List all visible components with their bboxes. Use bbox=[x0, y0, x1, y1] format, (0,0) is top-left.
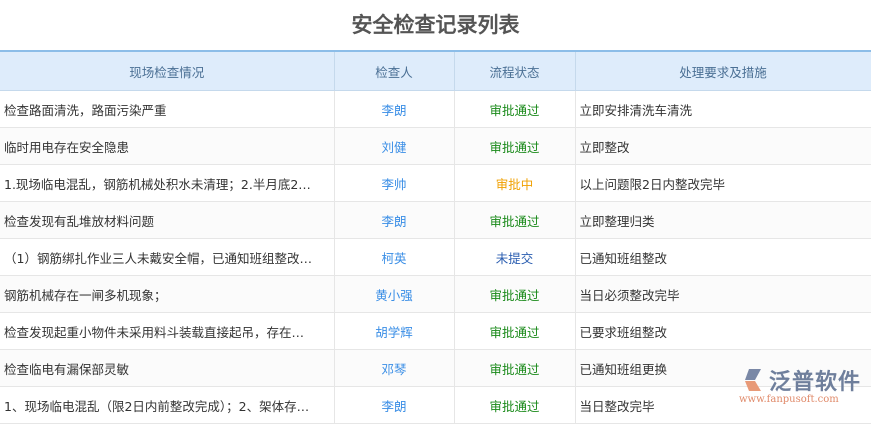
table-row[interactable]: （1）钢筋绑扎作业三人未戴安全帽，已通知班组整改… 柯英 未提交 已通知班组整改 bbox=[0, 238, 871, 276]
status-cell: 审批通过 bbox=[454, 127, 576, 165]
status-cell: 审批通过 bbox=[454, 90, 576, 128]
inspector-cell[interactable]: 刘健 bbox=[334, 127, 455, 165]
logo-name: 泛普软件 bbox=[769, 370, 862, 395]
table-row[interactable]: 1.现场临电混乱，钢筋机械处积水未清理；2.半月底2… 李帅 审批中 以上问题限2日内… bbox=[0, 164, 871, 202]
situation-cell: 检查临电有漏保部灵敏 bbox=[0, 349, 335, 387]
measure-cell: 已通知班组整改 bbox=[575, 238, 871, 276]
page-title: 安全检查记录列表 bbox=[351, 13, 520, 37]
status-cell: 审批通过 bbox=[454, 275, 576, 313]
status-cell: 审批通过 bbox=[454, 349, 576, 387]
table-header: 现场检查情况 检查人 流程状态 处理要求及措施 bbox=[0, 50, 871, 91]
status-cell: 审批通过 bbox=[454, 312, 576, 350]
situation-cell: 临时用电存在安全隐患 bbox=[0, 127, 335, 165]
measure-cell: 已要求班组整改 bbox=[575, 312, 871, 350]
inspector-cell[interactable]: 李朗 bbox=[334, 90, 455, 128]
measure-cell: 立即整改 bbox=[575, 127, 871, 165]
situation-cell: 检查发现起重小物件未采用料斗装载直接起吊，存在… bbox=[0, 312, 335, 350]
measure-cell: 立即安排清洗车清洗 bbox=[575, 90, 871, 128]
inspector-cell[interactable]: 柯英 bbox=[334, 238, 455, 276]
situation-cell: 1.现场临电混乱，钢筋机械处积水未清理；2.半月底2… bbox=[0, 164, 335, 202]
inspector-cell[interactable]: 李帅 bbox=[334, 164, 455, 202]
status-cell: 未提交 bbox=[454, 238, 576, 276]
situation-cell: 检查路面清洗，路面污染严重 bbox=[0, 90, 335, 128]
measure-cell: 立即整理归类 bbox=[575, 201, 871, 239]
measure-cell: 以上问题限2日内整改完毕 bbox=[575, 164, 871, 202]
column-header-measure[interactable]: 处理要求及措施 bbox=[575, 50, 871, 91]
table-row[interactable]: 检查发现有乱堆放材料问题 李朗 审批通过 立即整理归类 bbox=[0, 201, 871, 239]
table-row[interactable]: 检查路面清洗，路面污染严重 李朗 审批通过 立即安排清洗车清洗 bbox=[0, 90, 871, 128]
inspector-cell[interactable]: 黄小强 bbox=[334, 275, 455, 313]
status-cell: 审批通过 bbox=[454, 201, 576, 239]
inspector-cell[interactable]: 邓琴 bbox=[334, 349, 455, 387]
situation-cell: （1）钢筋绑扎作业三人未戴安全帽，已通知班组整改… bbox=[0, 238, 335, 276]
logo-url: www.fanpusoft.com bbox=[739, 394, 839, 405]
status-cell: 审批中 bbox=[454, 164, 576, 202]
table-row[interactable]: 临时用电存在安全隐患 刘健 审批通过 立即整改 bbox=[0, 127, 871, 165]
column-header-inspector[interactable]: 检查人 bbox=[334, 50, 455, 91]
inspector-cell[interactable]: 李朗 bbox=[334, 201, 455, 239]
status-cell: 审批通过 bbox=[454, 386, 576, 424]
fanpusoft-logo: 泛普软件 www.fanpusoft.com bbox=[735, 364, 865, 412]
situation-cell: 检查发现有乱堆放材料问题 bbox=[0, 201, 335, 239]
logo-mark-icon bbox=[745, 369, 761, 391]
inspector-cell[interactable]: 李朗 bbox=[334, 386, 455, 424]
table-row[interactable]: 检查发现起重小物件未采用料斗装载直接起吊，存在… 胡学辉 审批通过 已要求班组整改 bbox=[0, 312, 871, 350]
situation-cell: 1、现场临电混乱（限2日内前整改完成）；2、架体存… bbox=[0, 386, 335, 424]
measure-cell: 当日必须整改完毕 bbox=[575, 275, 871, 313]
table-row[interactable]: 钢筋机械存在一闸多机现象； 黄小强 审批通过 当日必须整改完毕 bbox=[0, 275, 871, 313]
column-header-situation[interactable]: 现场检查情况 bbox=[0, 50, 335, 91]
inspector-cell[interactable]: 胡学辉 bbox=[334, 312, 455, 350]
column-header-status[interactable]: 流程状态 bbox=[454, 50, 576, 91]
situation-cell: 钢筋机械存在一闸多机现象； bbox=[0, 275, 335, 313]
